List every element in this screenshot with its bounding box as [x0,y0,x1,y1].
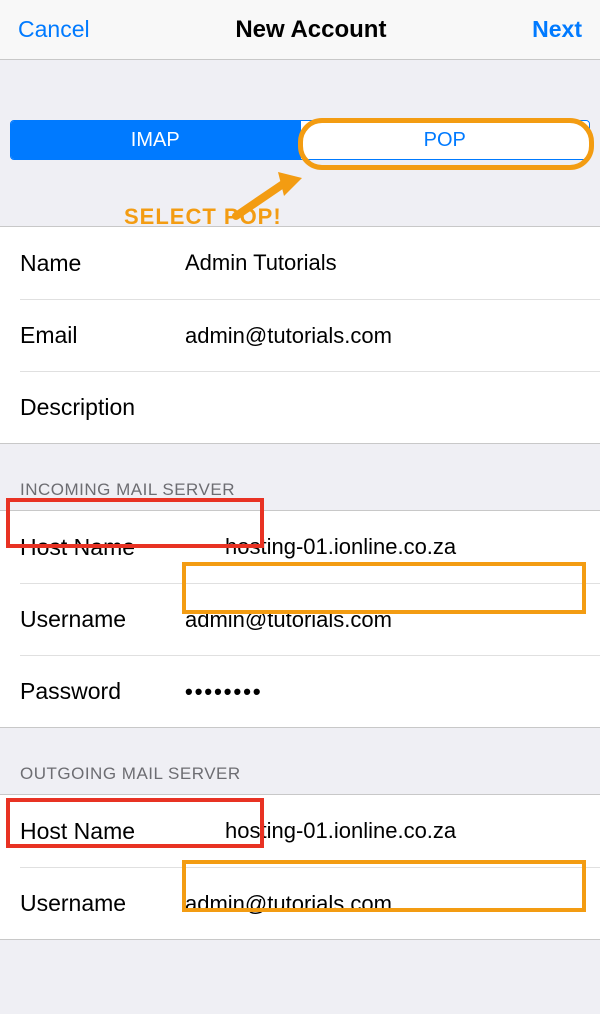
incoming-header: INCOMING MAIL SERVER [0,444,600,510]
cancel-button[interactable]: Cancel [18,16,90,43]
outgoing-header: OUTGOING MAIL SERVER [0,728,600,794]
outgoing-group: Host Name Username [0,794,600,940]
name-input[interactable] [185,250,580,276]
name-row[interactable]: Name [0,227,600,299]
segment-pop[interactable]: POP [300,121,590,159]
protocol-segmented-control: IMAP POP [10,120,590,160]
page-title: New Account [235,16,386,44]
outgoing-host-row[interactable]: Host Name [0,795,600,867]
email-row[interactable]: Email [20,299,600,371]
incoming-username-input[interactable] [185,607,580,633]
incoming-host-row[interactable]: Host Name [0,511,600,583]
incoming-group: Host Name Username Password •••••••• [0,510,600,728]
description-row[interactable]: Description [20,371,600,443]
spacer [0,168,600,226]
next-button[interactable]: Next [532,16,582,43]
incoming-username-row[interactable]: Username [20,583,600,655]
outgoing-host-input[interactable] [185,818,580,844]
protocol-section: IMAP POP [0,60,600,168]
incoming-password-row[interactable]: Password •••••••• [20,655,600,727]
outgoing-host-label: Host Name [20,818,185,845]
annotation-select-pop-text: SELECT POP! [124,204,282,230]
outgoing-username-row[interactable]: Username [20,867,600,939]
incoming-username-label: Username [20,606,185,633]
account-info-group: Name Email Description [0,226,600,444]
segment-imap[interactable]: IMAP [11,121,300,159]
nav-bar: Cancel New Account Next [0,0,600,60]
incoming-password-input[interactable]: •••••••• [185,679,580,705]
email-label: Email [20,322,185,349]
outgoing-username-input[interactable] [185,891,580,917]
outgoing-username-label: Username [20,890,185,917]
description-label: Description [20,394,135,421]
incoming-host-input[interactable] [185,534,580,560]
email-input[interactable] [185,323,580,349]
description-input[interactable] [135,395,580,421]
incoming-password-label: Password [20,678,185,705]
name-label: Name [20,250,185,277]
incoming-host-label: Host Name [20,534,185,561]
